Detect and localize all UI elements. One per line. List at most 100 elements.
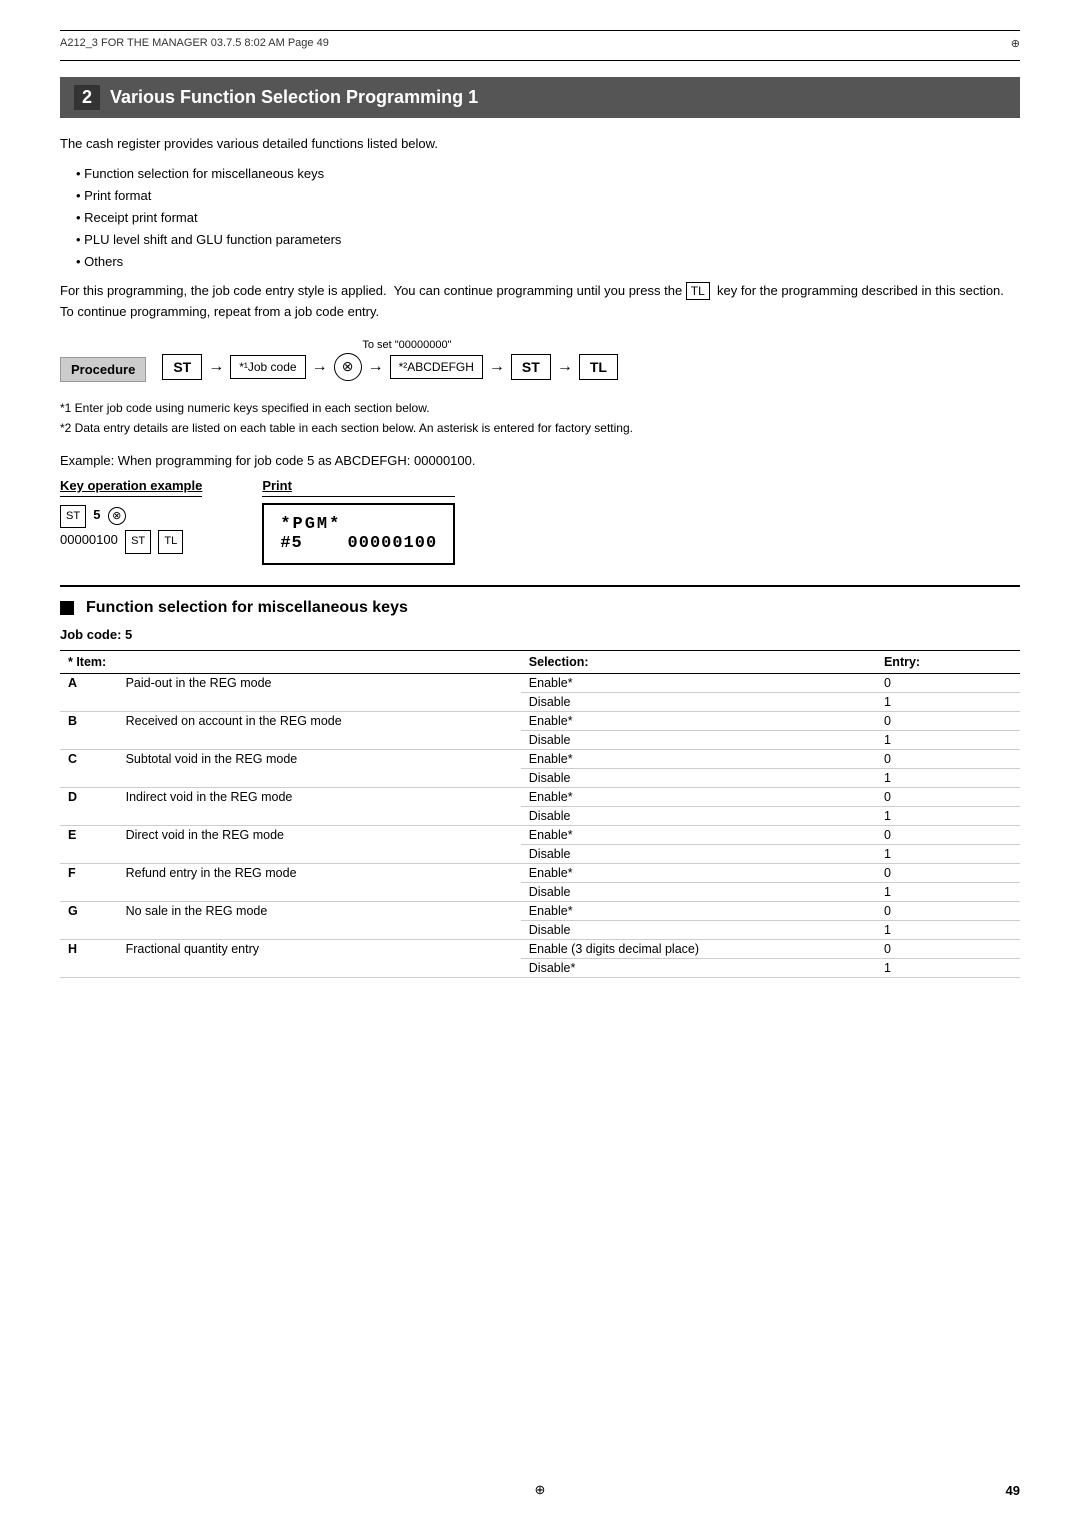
func-title: Function selection for miscellaneous key… <box>86 599 408 617</box>
crosshair-top-right: ⊕ <box>1011 37 1020 50</box>
key-ops-line2: 00000100 ST TL <box>60 528 202 554</box>
job-code-label: Job code: 5 <box>60 627 1020 642</box>
table-row: DIndirect void in the REG modeEnable*0 <box>60 787 1020 806</box>
bullet-3: • Receipt print format <box>76 207 1020 229</box>
cell-selection: Enable* <box>521 673 876 692</box>
procedure-diagram: To set "00000000" ST → *¹Job code → ⊗ → … <box>162 339 618 381</box>
cell-entry: 1 <box>876 882 1020 901</box>
cell-entry: 1 <box>876 806 1020 825</box>
cell-item: D <box>60 787 118 825</box>
th-selection: Selection: <box>521 650 876 673</box>
proc-tl-box: TL <box>579 354 618 380</box>
proc-flow: ST → *¹Job code → ⊗ → *²ABCDEFGH → ST → … <box>162 353 618 381</box>
cell-entry: 0 <box>876 901 1020 920</box>
table-row: HFractional quantity entryEnable (3 digi… <box>60 939 1020 958</box>
cell-entry: 1 <box>876 920 1020 939</box>
cell-selection: Enable* <box>521 711 876 730</box>
cell-entry: 0 <box>876 825 1020 844</box>
cell-entry: 0 <box>876 939 1020 958</box>
cell-selection: Disable <box>521 692 876 711</box>
cell-desc: Subtotal void in the REG mode <box>118 749 521 787</box>
cell-entry: 0 <box>876 673 1020 692</box>
intro-note: For this programming, the job code entry… <box>60 281 1020 323</box>
bullet-2: • Print format <box>76 185 1020 207</box>
proc-st2-box: ST <box>511 354 551 380</box>
proc-circle: ⊗ <box>334 353 362 381</box>
function-table: * Item: Selection: Entry: APaid-out in t… <box>60 650 1020 978</box>
print-header: Print <box>262 478 455 497</box>
cell-selection: Disable <box>521 806 876 825</box>
table-row: CSubtotal void in the REG modeEnable*0 <box>60 749 1020 768</box>
cell-item: E <box>60 825 118 863</box>
print-receipt: *PGM* #5 00000100 <box>262 503 455 565</box>
data-line: #5 00000100 <box>280 534 437 553</box>
cell-selection: Enable* <box>521 749 876 768</box>
cell-entry: 1 <box>876 958 1020 977</box>
hash5: #5 <box>280 534 302 553</box>
intro-para: The cash register provides various detai… <box>60 134 1020 155</box>
otimes-key: ⊗ <box>108 507 126 525</box>
key-op-col: Key operation example ST 5 ⊗ 00000100 ST… <box>60 478 202 555</box>
cell-desc: Refund entry in the REG mode <box>118 863 521 901</box>
st-key-2: ST <box>125 530 151 554</box>
cell-selection: Disable <box>521 882 876 901</box>
arrow-2: → <box>312 358 328 376</box>
cell-selection: Disable <box>521 730 876 749</box>
cell-entry: 0 <box>876 711 1020 730</box>
cell-item: B <box>60 711 118 749</box>
cell-selection: Disable <box>521 768 876 787</box>
section-title: Various Function Selection Programming 1 <box>110 87 478 108</box>
cell-item: H <box>60 939 118 977</box>
cell-selection: Disable <box>521 920 876 939</box>
bullet-4: • PLU level shift and GLU function param… <box>76 229 1020 251</box>
example-text: Example: When programming for job code 5… <box>60 453 1020 468</box>
page-number: 49 <box>1006 1483 1020 1498</box>
crosshair-bottom: ⊕ <box>535 1482 546 1498</box>
arrow-4: → <box>489 358 505 376</box>
cell-desc: No sale in the REG mode <box>118 901 521 939</box>
example-columns: Key operation example ST 5 ⊗ 00000100 ST… <box>60 478 1020 565</box>
table-row: BReceived on account in the REG modeEnab… <box>60 711 1020 730</box>
cell-desc: Received on account in the REG mode <box>118 711 521 749</box>
entry-val: 00000100 <box>348 534 438 553</box>
page-meta: A212_3 FOR THE MANAGER 03.7.5 8:02 AM Pa… <box>60 37 1020 50</box>
th-desc <box>118 650 521 673</box>
cell-selection: Enable* <box>521 825 876 844</box>
footnote-1: *1 Enter job code using numeric keys spe… <box>60 398 1020 418</box>
cell-item: F <box>60 863 118 901</box>
black-square-icon <box>60 601 74 615</box>
cell-item: C <box>60 749 118 787</box>
arrow-3: → <box>368 358 384 376</box>
table-row: FRefund entry in the REG modeEnable*0 <box>60 863 1020 882</box>
key-ops: ST 5 ⊗ 00000100 ST TL <box>60 503 202 555</box>
proc-jobcode-box: *¹Job code <box>230 355 305 379</box>
proc-toset-label: To set "00000000" <box>362 339 451 351</box>
cell-entry: 1 <box>876 768 1020 787</box>
cell-item: A <box>60 673 118 711</box>
tl-key-2: TL <box>158 530 183 554</box>
cell-selection: Enable* <box>521 787 876 806</box>
table-row: APaid-out in the REG modeEnable*0 <box>60 673 1020 692</box>
cell-selection: Disable <box>521 844 876 863</box>
proc-abcdefgh-box: *²ABCDEFGH <box>390 355 483 379</box>
bullet-5: • Others <box>76 251 1020 273</box>
cell-entry: 0 <box>876 787 1020 806</box>
footnotes: *1 Enter job code using numeric keys spe… <box>60 398 1020 439</box>
print-col: Print *PGM* #5 00000100 <box>262 478 455 565</box>
procedure-section: Procedure To set "00000000" ST → *¹Job c… <box>60 339 1020 382</box>
cell-selection: Enable* <box>521 901 876 920</box>
cell-entry: 0 <box>876 749 1020 768</box>
cell-item: G <box>60 901 118 939</box>
bullet-1: • Function selection for miscellaneous k… <box>76 163 1020 185</box>
cell-selection: Enable* <box>521 863 876 882</box>
cell-desc: Fractional quantity entry <box>118 939 521 977</box>
section-number: 2 <box>74 85 100 110</box>
cell-entry: 0 <box>876 863 1020 882</box>
bullet-list: • Function selection for miscellaneous k… <box>76 163 1020 273</box>
cell-entry: 1 <box>876 692 1020 711</box>
cell-desc: Paid-out in the REG mode <box>118 673 521 711</box>
footnote-2: *2 Data entry details are listed on each… <box>60 418 1020 438</box>
tl-key-inline: TL <box>686 282 710 300</box>
table-row: GNo sale in the REG modeEnable*0 <box>60 901 1020 920</box>
cell-desc: Direct void in the REG mode <box>118 825 521 863</box>
